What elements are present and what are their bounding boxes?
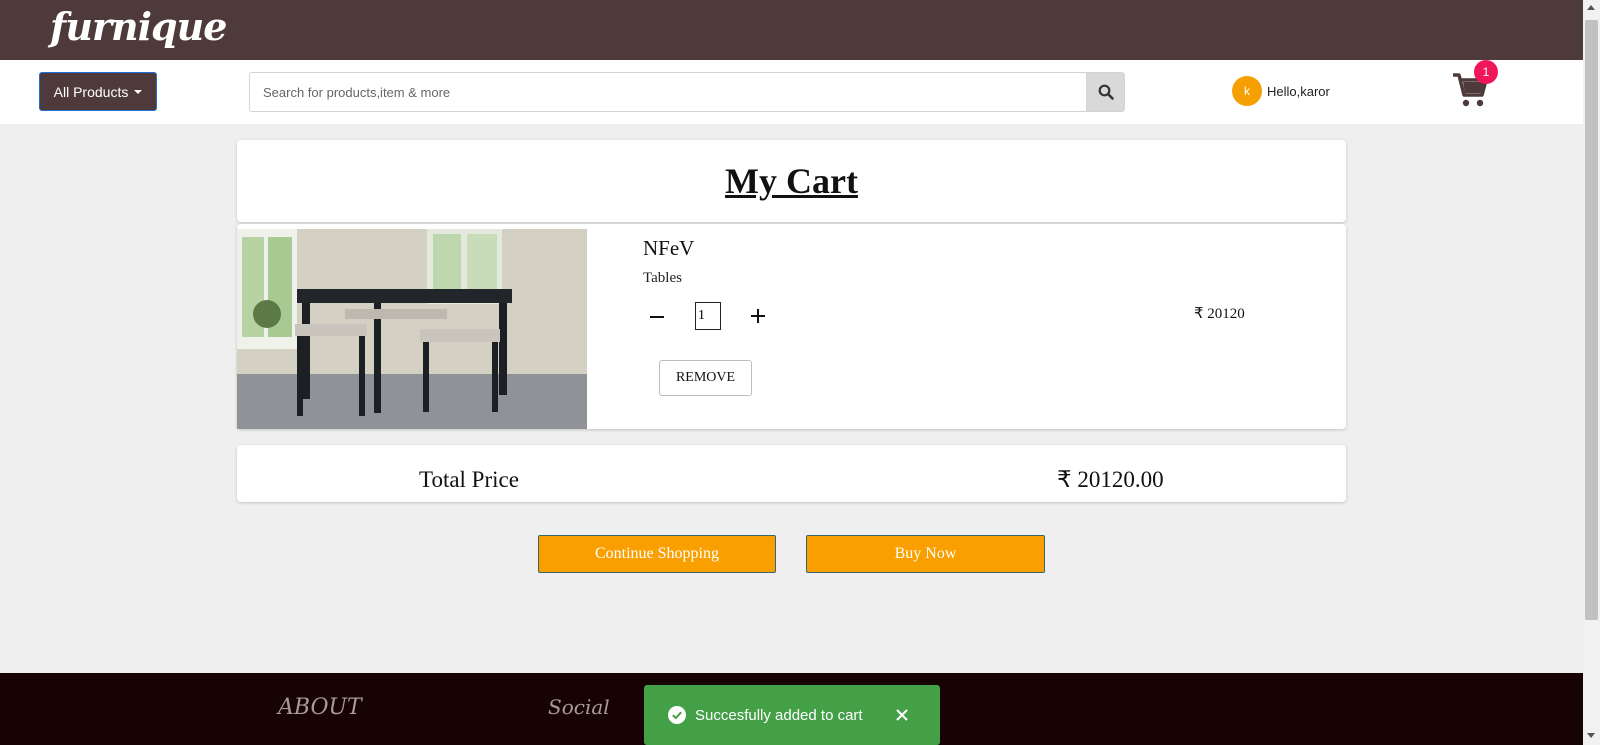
search-icon	[1098, 84, 1114, 100]
cart-count-badge: 1	[1474, 60, 1498, 84]
total-label: Total Price	[419, 467, 519, 492]
footer-about-heading: ABOUT	[278, 695, 362, 720]
success-toast: Succesfully added to cart	[644, 685, 940, 745]
quantity-decrement-button[interactable]	[645, 304, 669, 328]
toast-message: Succesfully added to cart	[695, 706, 863, 724]
total-card: Total Price ₹ 20120.00	[237, 445, 1346, 502]
close-icon	[896, 709, 908, 721]
item-category: Tables	[643, 270, 682, 286]
brand-logo[interactable]: furnique	[50, 4, 227, 49]
user-greeting: Hello,karor	[1267, 83, 1330, 99]
caret-down-icon	[134, 89, 143, 94]
plus-icon	[751, 309, 765, 323]
scroll-up-arrow[interactable]	[1587, 5, 1595, 10]
buy-now-button[interactable]: Buy Now	[806, 535, 1045, 573]
page-title: My Cart	[725, 161, 858, 201]
page-scrollbar[interactable]	[1583, 0, 1600, 745]
all-products-dropdown[interactable]: All Products	[39, 72, 157, 111]
all-products-label: All Products	[53, 83, 129, 100]
toast-close-button[interactable]	[892, 705, 912, 725]
total-value: ₹ 20120.00	[1057, 467, 1164, 492]
avatar: k	[1232, 76, 1262, 106]
scroll-thumb[interactable]	[1585, 20, 1598, 620]
search-bar	[249, 72, 1125, 112]
footer-social-heading: Social	[548, 695, 610, 719]
search-input[interactable]	[249, 72, 1087, 112]
navbar: All Products k Hello,karor 1	[0, 60, 1583, 124]
scroll-down-arrow[interactable]	[1587, 733, 1595, 738]
item-name: NFeV	[643, 236, 695, 260]
remove-button[interactable]: REMOVE	[659, 360, 752, 396]
user-menu[interactable]: k Hello,karor	[1232, 76, 1330, 106]
top-banner: furnique	[0, 0, 1583, 60]
quantity-increment-button[interactable]	[746, 304, 770, 328]
minus-icon	[650, 316, 664, 318]
quantity-input[interactable]	[695, 302, 721, 330]
cart-title-card: My Cart	[237, 140, 1346, 222]
check-circle-icon	[668, 706, 686, 724]
item-price: ₹ 20120	[1194, 306, 1245, 322]
product-image[interactable]	[237, 229, 587, 429]
search-button[interactable]	[1087, 72, 1125, 112]
cart-item: NFeV Tables REMOVE ₹ 20120	[237, 224, 1346, 429]
continue-shopping-button[interactable]: Continue Shopping	[538, 535, 776, 573]
